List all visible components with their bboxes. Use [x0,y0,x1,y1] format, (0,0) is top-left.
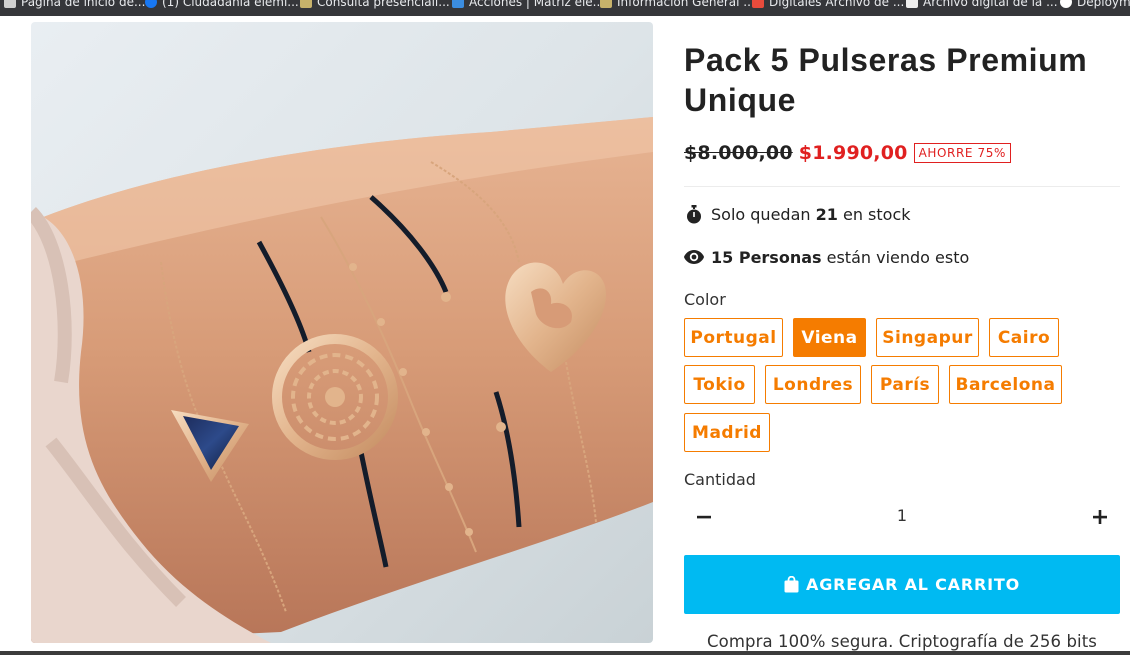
stock-suffix: en stock [842,204,911,224]
bookmark-item[interactable]: Digitales Archivo de ... [752,0,904,10]
quantity-label: Cantidad [684,470,756,489]
window-bottom-edge [0,651,1130,655]
color-option-cairo[interactable]: Cairo [989,318,1059,357]
product-image[interactable] [31,22,653,643]
stock-prefix: Solo quedan [711,204,811,224]
secure-purchase-note: Compra 100% segura. Criptografía de 256 … [707,632,1097,651]
stock-count: 21 [815,204,838,224]
color-option-madrid[interactable]: Madrid [684,413,770,452]
product-title: Pack 5 Pulseras Premium Unique [684,42,1088,118]
color-label: Color [684,290,726,309]
bookmark-item[interactable]: Página de inicio de... [4,0,145,10]
sale-price: $1.990,00 [798,142,908,164]
viewers-notice: 15 Personas están viendo esto [684,247,969,267]
plus-icon [1093,510,1107,524]
bracelets-photo [31,22,653,643]
quantity-decrease-button[interactable] [691,504,717,530]
cloud-icon [452,0,464,8]
shield-icon [600,0,612,8]
color-option-barcelona[interactable]: Barcelona [949,365,1062,404]
bookmark-item[interactable]: Deploym [1060,0,1130,10]
color-option-portugal[interactable]: Portugal [684,318,783,357]
color-option-londres[interactable]: Londres [765,365,861,404]
color-option-singapur[interactable]: Singapur [876,318,979,357]
quantity-input[interactable]: 1 [860,506,944,525]
minus-icon [697,515,711,519]
page-icon [4,0,16,8]
doc-icon [906,0,918,8]
bookmark-item[interactable]: Acciones | Matriz ele... [452,0,604,10]
bookmarks-bar: Página de inicio de... (1) Ciudadanía el… [0,0,1130,16]
add-to-cart-button[interactable]: AGREGAR AL CARRITO [684,555,1120,614]
color-option-viena[interactable]: Viena [793,318,866,357]
github-icon [1060,0,1072,8]
facebook-icon [145,0,157,8]
bookmark-item[interactable]: (1) Ciudadanía elemi... [145,0,299,10]
doc-icon [752,0,764,8]
color-option-tokio[interactable]: Tokio [684,365,755,404]
divider [684,186,1120,187]
shield-icon [300,0,312,8]
eye-icon [684,247,704,267]
stopwatch-icon [684,204,704,224]
add-to-cart-label: AGREGAR AL CARRITO [806,575,1020,594]
color-option-paris[interactable]: París [871,365,939,404]
viewers-suffix: están viendo esto [826,247,970,267]
viewers-count: 15 Personas [711,247,822,267]
bookmark-item[interactable]: Archivo digital de la ... [906,0,1058,10]
bookmark-item[interactable]: Información General ... [600,0,755,10]
original-price: $8.000,00 [684,142,793,164]
quantity-increase-button[interactable] [1087,504,1113,530]
bookmark-item[interactable]: Consulta presenciali... [300,0,450,10]
shopping-bag-icon [784,576,799,593]
stock-notice: Solo quedan 21 en stock [684,204,911,224]
price-row: $8.000,00 $1.990,00 AHORRE 75% [684,142,1011,164]
savings-badge: AHORRE 75% [913,143,1011,163]
